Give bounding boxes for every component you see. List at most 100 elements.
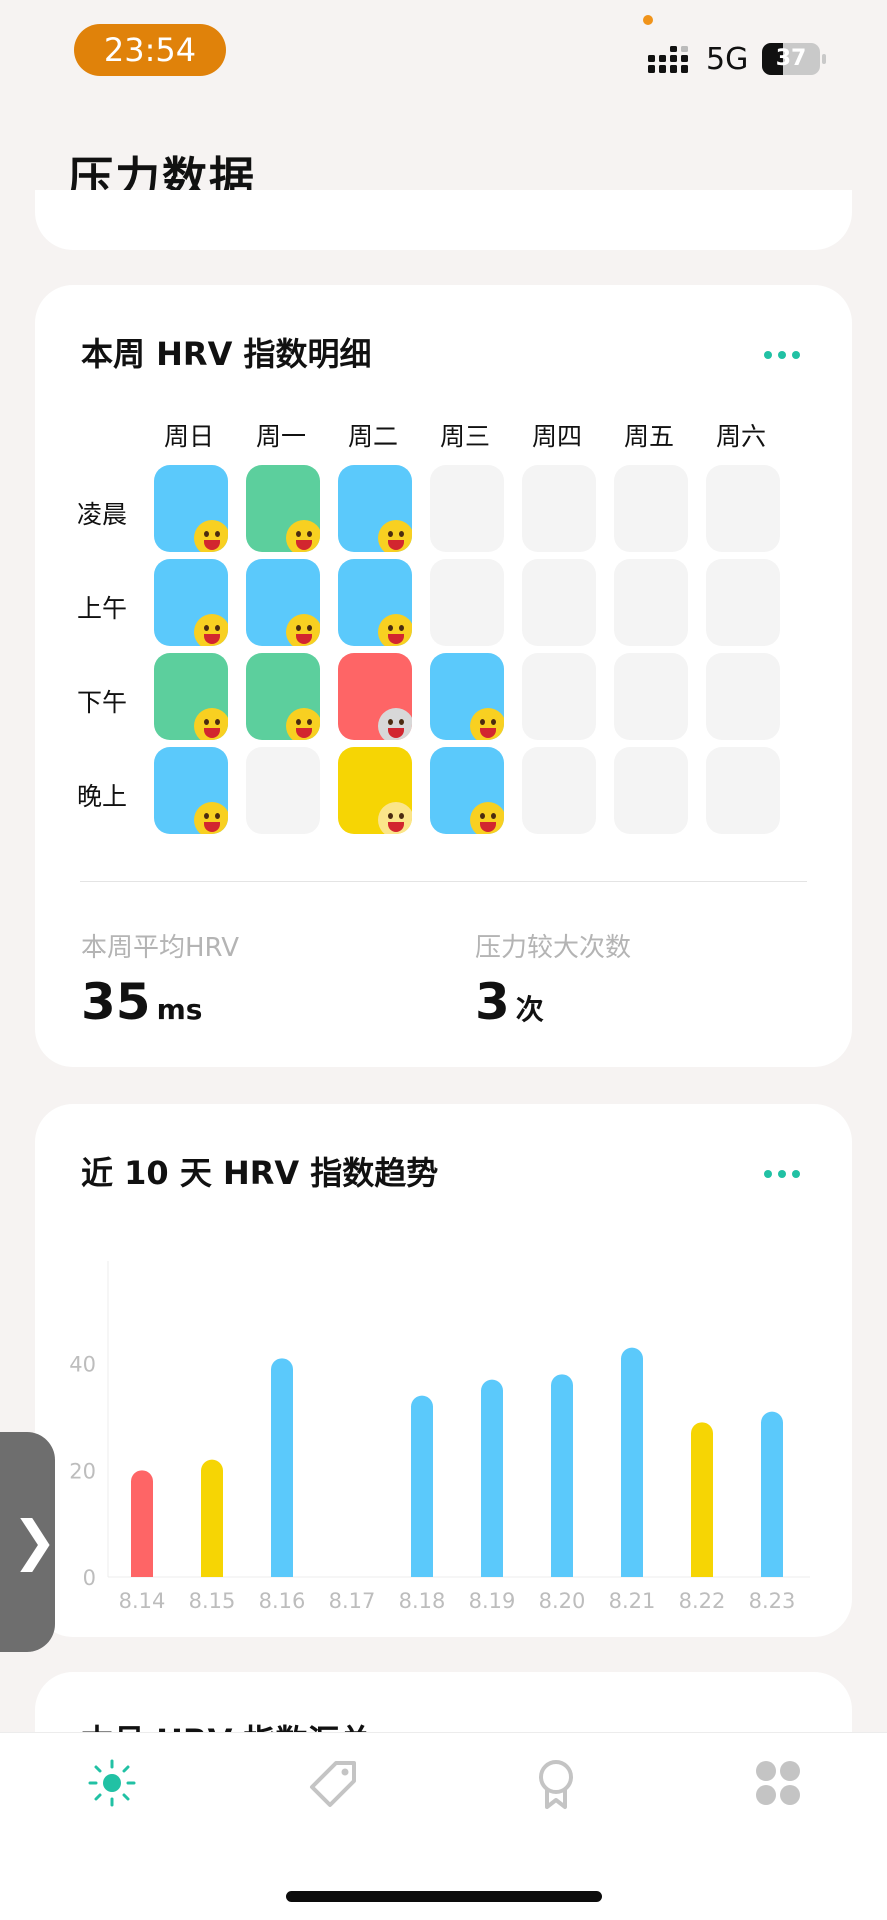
chevron-right-icon: ❯ [12,1509,58,1572]
stat-unit: ms [156,993,203,1026]
smiley-face-icon [286,520,320,552]
smiley-face-icon [378,802,412,834]
status-bar: 23:54 5G 37 [0,0,887,100]
chart-bar [131,1470,153,1577]
stat-value: 3次 [475,973,544,1031]
tab-awards[interactable] [500,1745,612,1825]
day-header: 周日 [163,422,214,451]
hrv-cell [522,465,596,552]
divider [80,881,807,882]
chart-bar [551,1374,573,1577]
weekly-hrv-card: 本周 HRV 指数明细 周日 周一 周二 周三 周四 周五 周六 凌晨 上午 下午 晚上 本周平均H… [35,285,852,1067]
hrv-cell[interactable] [246,653,320,740]
battery-percent: 37 [775,46,807,71]
hrv-cell [614,465,688,552]
hrv-cell[interactable] [246,465,320,552]
hrv-cell [706,559,780,646]
hrv-cell [246,747,320,834]
x-tick-label: 8.15 [189,1589,236,1613]
y-tick-label: 40 [69,1353,96,1377]
chart-bar [691,1422,713,1577]
period-label: 凌晨 [77,500,128,529]
hrv-cell [522,747,596,834]
hrv-cell [430,465,504,552]
stat-label: 本周平均HRV [81,933,239,963]
grid-icon [756,1761,800,1805]
tag-icon [310,1761,356,1807]
hrv-trend-chart: 0 20 40 8.14 8.15 8.16 8.17 8.18 8.19 8.20 8.21 8.2… [69,1261,810,1613]
tab-more[interactable] [722,1745,834,1825]
x-tick-label: 8.18 [399,1589,446,1613]
smiley-face-icon [286,614,320,646]
stat-unit: 次 [515,993,544,1026]
stat-value: 35 ms [81,973,202,1031]
stat-number: 3 [475,973,510,1031]
battery-icon: 37 [762,43,826,75]
chart-bar-base [621,1566,643,1577]
hrv-cell [430,559,504,646]
x-tick-label: 8.22 [679,1589,726,1613]
chart-bar-base [481,1566,503,1577]
more-dots-icon[interactable] [764,351,800,361]
x-tick-label: 8.20 [539,1589,586,1613]
hrv-cell[interactable] [338,465,412,552]
smiley-face-icon [378,614,412,646]
smiley-face-icon [378,520,412,552]
chart-bar [411,1395,433,1577]
hrv-cell[interactable] [338,747,412,834]
tab-stress[interactable] [56,1745,168,1825]
trend-card: 近 10 天 HRV 指数趋势 0 20 40 8.14 8.15 8.16 8.17 8.1… [35,1104,852,1637]
award-icon [539,1760,573,1809]
day-header: 周四 [531,422,582,451]
hrv-cell[interactable] [338,653,412,740]
network-type: 5G [706,42,749,77]
hrv-cell [522,653,596,740]
chart-bar [481,1379,503,1577]
y-tick-label: 20 [69,1459,96,1483]
side-drawer-handle[interactable]: ❯ [0,1432,58,1652]
chart-bar [201,1459,223,1577]
hrv-cell[interactable] [430,653,504,740]
smiley-face-icon [194,614,228,646]
status-time: 23:54 [74,24,226,76]
smiley-face-icon [194,708,228,740]
day-header: 周一 [255,422,306,451]
chart-bar-base [691,1566,713,1577]
tab-tags[interactable] [278,1745,390,1825]
signal-icon [648,46,688,73]
hrv-cell [614,653,688,740]
day-header: 周五 [623,422,674,451]
weekly-card-title: 本周 HRV 指数明细 [81,335,372,373]
day-header: 周六 [715,422,766,451]
day-header: 周二 [347,422,398,451]
x-tick-label: 8.23 [749,1589,796,1613]
chart-bar-base [761,1566,783,1577]
hrv-cell[interactable] [154,747,228,834]
chart-bar [761,1411,783,1577]
hrv-cell[interactable] [154,465,228,552]
chart-bar-base [271,1566,293,1577]
smiley-face-icon [470,802,504,834]
chart-bar-base [551,1566,573,1577]
hrv-cell[interactable] [246,559,320,646]
smiley-face-icon [470,708,504,740]
x-tick-label: 8.14 [119,1589,166,1613]
shocked-face-icon [378,708,412,740]
chart-bar-base [201,1566,223,1577]
stat-label: 压力较大次数 [475,933,632,963]
hrv-cell[interactable] [430,747,504,834]
hrv-cell [522,559,596,646]
hrv-cell[interactable] [338,559,412,646]
camera-indicator-icon [643,15,653,25]
hrv-cell[interactable] [154,653,228,740]
smiley-face-icon [194,802,228,834]
stat-number: 35 [81,973,151,1031]
hrv-cell[interactable] [154,559,228,646]
hrv-cell [706,653,780,740]
home-indicator[interactable] [286,1891,602,1902]
x-tick-label: 8.21 [609,1589,656,1613]
chart-bar [271,1358,293,1577]
x-tick-label: 8.19 [469,1589,516,1613]
hrv-cell [706,465,780,552]
chart-bar-base [131,1566,153,1577]
